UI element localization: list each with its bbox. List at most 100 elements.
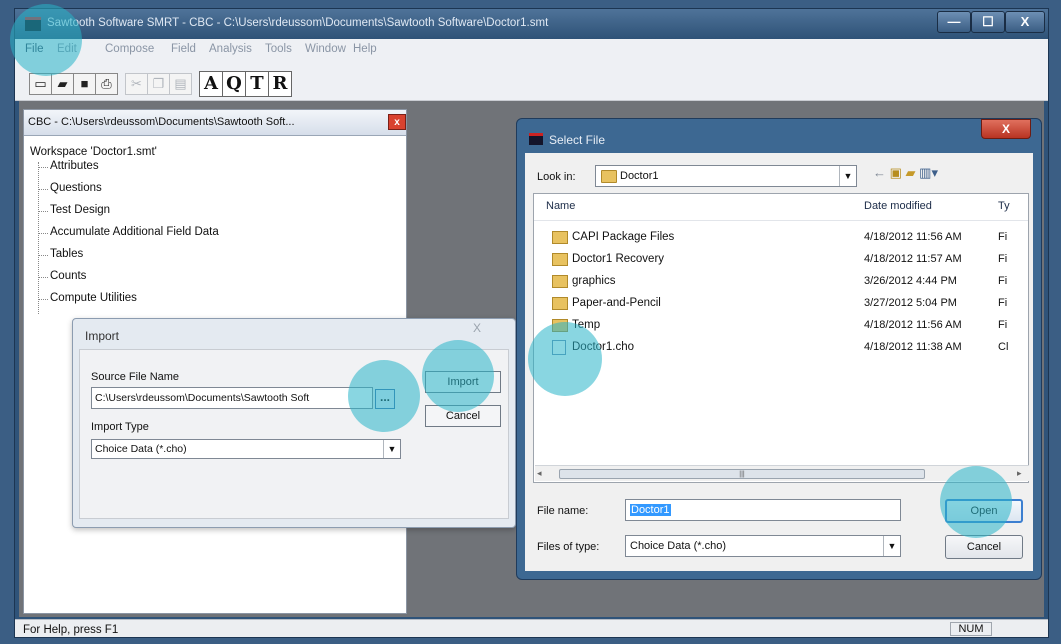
file-name-input[interactable]: Doctor1 [625,499,901,521]
file-name: Doctor1 Recovery [572,253,665,265]
tree-item-attributes[interactable]: Attributes [50,160,99,172]
title-bar[interactable]: Sawtooth Software SMRT - CBC - C:\Users\… [15,9,1048,39]
tree-branch [38,167,48,168]
tree-branch [38,277,48,278]
cut-icon[interactable]: ✂ [125,73,148,95]
folder-icon [601,170,617,183]
file-type: Fi [998,297,1008,309]
menu-field[interactable]: Field [171,43,196,55]
file-date: 4/18/2012 11:38 AM [864,341,962,353]
maximize-button[interactable]: ☐ [971,11,1005,33]
list-item[interactable]: Temp 4/18/2012 11:56 AM Fi [534,316,1028,336]
import-type-select[interactable]: Choice Data (*.cho) ▼ [91,439,401,459]
file-type: Cl [998,341,1009,353]
look-in-value: Doctor1 [620,170,659,182]
import-button[interactable]: Import [425,371,501,393]
horizontal-scrollbar[interactable]: ◂ ||| ▸ [535,465,1029,481]
file-type: Fi [998,253,1008,265]
chevron-down-icon[interactable]: ▼ [383,440,400,458]
folder-icon [552,253,568,266]
file-name: graphics [572,275,616,287]
column-date[interactable]: Date modified [864,200,932,212]
toolbar-t-button[interactable]: T [245,71,269,97]
menu-file[interactable]: File [25,43,44,55]
tree-item-compute-utilities[interactable]: Compute Utilities [50,292,137,304]
import-type-label: Import Type [91,421,149,433]
cancel-button[interactable]: Cancel [945,535,1023,559]
back-icon[interactable]: ← [873,165,886,180]
close-icon[interactable]: x [388,114,406,130]
window-title: Sawtooth Software SMRT - CBC - C:\Users\… [47,17,549,29]
file-date: 4/18/2012 11:57 AM [864,253,962,265]
tree-item-accumulate-data[interactable]: Accumulate Additional Field Data [50,226,219,238]
menu-tools[interactable]: Tools [265,43,292,55]
list-item[interactable]: CAPI Package Files 4/18/2012 11:56 AM Fi [534,228,1028,248]
file-type: Fi [998,319,1008,331]
open-button[interactable]: Open [945,499,1023,523]
toolbar-a-button[interactable]: A [199,71,223,97]
copy-icon[interactable]: ❐ [147,73,170,95]
import-cancel-button[interactable]: Cancel [425,405,501,427]
file-name-value: Doctor1 [630,504,671,516]
look-in-select[interactable]: Doctor1 ▼ [595,165,857,187]
column-type[interactable]: Ty [998,200,1010,212]
menu-analysis[interactable]: Analysis [209,43,252,55]
folder-icon [552,319,568,332]
file-date: 3/26/2012 4:44 PM [864,275,957,287]
chevron-down-icon[interactable]: ▼ [883,536,900,556]
tree-root[interactable]: Workspace 'Doctor1.smt' [30,146,157,158]
look-in-label: Look in: [537,171,576,183]
app-icon [25,17,41,31]
tree-item-test-design[interactable]: Test Design [50,204,110,216]
list-item[interactable]: graphics 3/26/2012 4:44 PM Fi [534,272,1028,292]
files-of-type-select[interactable]: Choice Data (*.cho) ▼ [625,535,901,557]
scrollbar-thumb[interactable]: ||| [559,469,925,479]
tree-item-tables[interactable]: Tables [50,248,83,260]
browse-button[interactable]: ... [375,389,395,409]
file-name: Paper-and-Pencil [572,297,661,309]
toolbar: ▭ ▰ ■ ⎙ ✂ ❐ ▤ A Q T R [15,61,1048,101]
save-icon[interactable]: ■ [73,73,96,95]
header-divider [534,220,1028,221]
file-name: CAPI Package Files [572,231,675,243]
menu-window[interactable]: Window [305,43,346,55]
toolbar-q-button[interactable]: Q [222,71,246,97]
close-window-button[interactable]: X [1005,11,1045,33]
new-file-icon[interactable]: ▭ [29,73,52,95]
print-icon[interactable]: ⎙ [95,73,118,95]
tree-branch [38,211,48,212]
tree-branch [38,189,48,190]
menu-compose[interactable]: Compose [105,43,154,55]
select-file-dialog: Select File X Look in: Doctor1 ▼ ← ▣ ▰ ▥… [516,118,1042,580]
chevron-down-icon[interactable]: ▼ [839,166,856,186]
num-lock-indicator: NUM [950,622,992,636]
source-file-input[interactable]: C:\Users\rdeussom\Documents\Sawtooth Sof… [91,387,373,409]
view-menu-icon[interactable]: ▥▾ [919,165,938,180]
file-date: 4/18/2012 11:56 AM [864,231,962,243]
open-folder-icon[interactable]: ▰ [51,73,74,95]
files-of-type-label: Files of type: [537,541,600,553]
scroll-right-icon[interactable]: ▸ [1017,468,1022,479]
import-dialog-title: Import [85,329,120,343]
menu-edit[interactable]: Edit [57,43,77,55]
close-icon[interactable]: X [981,119,1031,139]
up-folder-icon[interactable]: ▣ [890,165,902,180]
tree-item-questions[interactable]: Questions [50,182,102,194]
tree-item-counts[interactable]: Counts [50,270,86,282]
file-list[interactable]: Name Date modified Ty CAPI Package Files… [533,193,1029,483]
tree-branch [38,233,48,234]
new-folder-icon[interactable]: ▰ [906,165,916,180]
scroll-left-icon[interactable]: ◂ [537,468,542,479]
close-icon[interactable]: X [473,321,481,335]
column-name[interactable]: Name [546,200,575,212]
list-item[interactable]: Paper-and-Pencil 3/27/2012 5:04 PM Fi [534,294,1028,314]
toolbar-r-button[interactable]: R [268,71,292,97]
folder-icon [552,297,568,310]
file-name: Doctor1.cho [572,341,635,353]
paste-icon[interactable]: ▤ [169,73,192,95]
folder-icon [552,231,568,244]
minimize-button[interactable]: — [937,11,971,33]
list-item[interactable]: Doctor1.cho 4/18/2012 11:38 AM Cl [534,338,1028,358]
list-item[interactable]: Doctor1 Recovery 4/18/2012 11:57 AM Fi [534,250,1028,270]
menu-help[interactable]: Help [353,43,377,55]
